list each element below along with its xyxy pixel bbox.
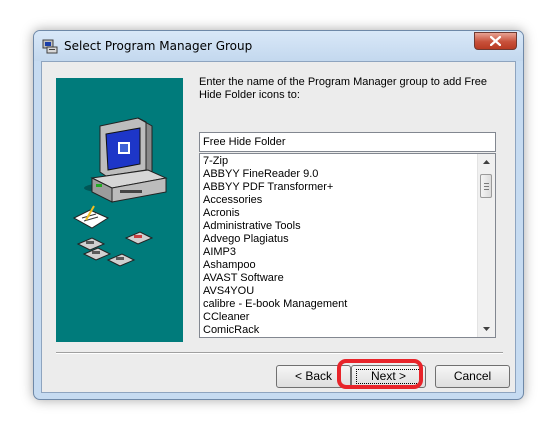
arrow-up-icon (483, 160, 490, 164)
computer-setup-illustration (56, 78, 183, 342)
groups-list: 7-Zip ABBYY FineReader 9.0 ABBYY PDF Trans… (203, 155, 475, 337)
instruction-text: Enter the name of the Program Manager gr… (199, 76, 487, 101)
groups-scrollbar[interactable] (477, 154, 495, 337)
program-manager-icon (42, 38, 58, 54)
list-item[interactable]: calibre - E-book Management (203, 298, 475, 311)
dialog-client-area: Enter the name of the Program Manager gr… (41, 61, 516, 393)
list-item[interactable]: AVAST Software (203, 272, 475, 285)
groups-listbox[interactable]: 7-Zip ABBYY FineReader 9.0 ABBYY PDF Trans… (199, 153, 496, 338)
list-item[interactable]: 7-Zip (203, 155, 475, 168)
list-item[interactable]: Ashampoo (203, 259, 475, 272)
list-item[interactable]: Administrative Tools (203, 220, 475, 233)
scroll-down-button[interactable] (478, 320, 495, 337)
list-item[interactable]: AVS4YOU (203, 285, 475, 298)
window-title: Select Program Manager Group (64, 39, 253, 53)
grip-line (484, 183, 489, 184)
list-item[interactable]: CCleaner (203, 311, 475, 324)
list-item[interactable]: AIMP3 (203, 246, 475, 259)
close-icon (490, 36, 501, 46)
arrow-down-icon (483, 327, 490, 331)
grip-line (484, 186, 489, 187)
list-item[interactable]: ABBYY FineReader 9.0 (203, 168, 475, 181)
cancel-button[interactable]: Cancel (435, 365, 510, 388)
scroll-up-button[interactable] (478, 154, 495, 171)
title-bar[interactable]: Select Program Manager Group (34, 31, 523, 61)
separator-line (56, 352, 503, 354)
dialog-window: Select Program Manager Group Enter the n… (33, 30, 524, 400)
group-name-input[interactable] (199, 132, 496, 152)
list-item[interactable]: ComicRack (203, 324, 475, 337)
highlight-annotation (337, 359, 423, 389)
grip-line (484, 189, 489, 190)
scroll-thumb[interactable] (480, 174, 492, 198)
list-item[interactable]: Accessories (203, 194, 475, 207)
list-item[interactable]: ABBYY PDF Transformer+ (203, 181, 475, 194)
list-item[interactable]: Acronis (203, 207, 475, 220)
list-item[interactable]: Advego Plagiatus (203, 233, 475, 246)
close-button[interactable] (474, 32, 517, 50)
